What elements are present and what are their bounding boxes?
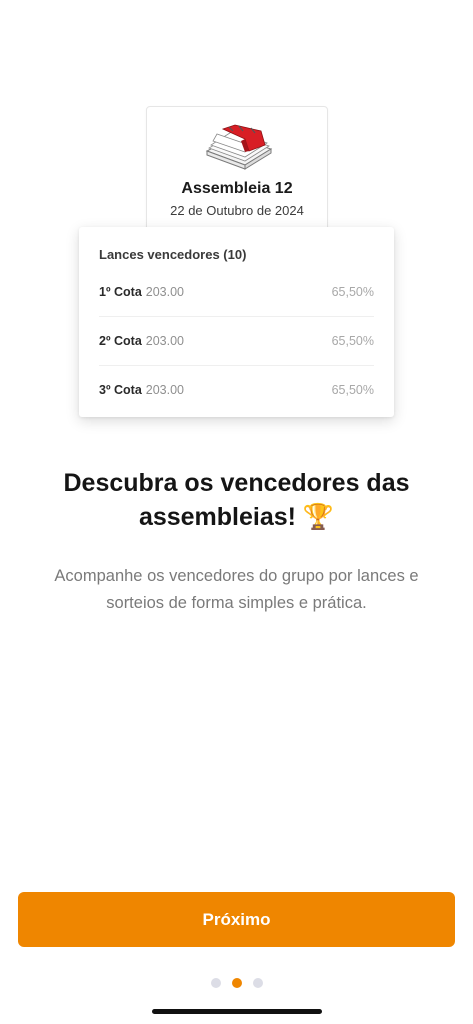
onboarding-subtitle: Acompanhe os vencedores do grupo por lan… [54,567,419,612]
winner-row: 3º Cota 203.00 65,50% [99,366,374,414]
winner-quota: 1º Cota 203.00 [99,285,184,299]
winner-quota: 2º Cota 203.00 [99,334,184,348]
winner-quota: 3º Cota 203.00 [99,383,184,397]
quota-value: 203.00 [145,383,185,397]
quota-label: 3º Cota [99,383,142,397]
home-indicator[interactable] [152,1009,322,1014]
winning-bids-title: Lances vencedores (10) [99,247,247,262]
page-dot[interactable] [210,978,221,988]
onboarding-screen: Assembleia 12 22 de Outubro de 2024 Lanc… [0,0,473,1024]
quota-percent: 65,50% [331,285,374,299]
quota-percent: 65,50% [331,383,374,397]
assembly-date: 22 de Outubro de 2024 [170,203,304,218]
quota-label: 1º Cota [99,285,142,299]
winning-bids-card: Lances vencedores (10) 1º Cota 203.00 65,… [79,227,394,417]
quota-percent: 65,50% [331,334,374,348]
page-indicator [0,978,473,988]
page-dot-active[interactable] [231,978,242,988]
onboarding-headline: Descubra os vencedores das assembleias! … [63,469,410,531]
next-button[interactable]: Próximo [18,892,455,947]
assembly-title: Assembleia 12 [181,180,293,197]
quota-value: 203.00 [145,334,185,348]
winner-row: 1º Cota 203.00 65,50% [99,268,374,317]
quota-label: 2º Cota [99,334,142,348]
page-dot[interactable] [252,978,263,988]
quota-value: 203.00 [145,285,185,299]
calendar-icon [205,124,273,170]
winner-row: 2º Cota 203.00 65,50% [99,317,374,366]
